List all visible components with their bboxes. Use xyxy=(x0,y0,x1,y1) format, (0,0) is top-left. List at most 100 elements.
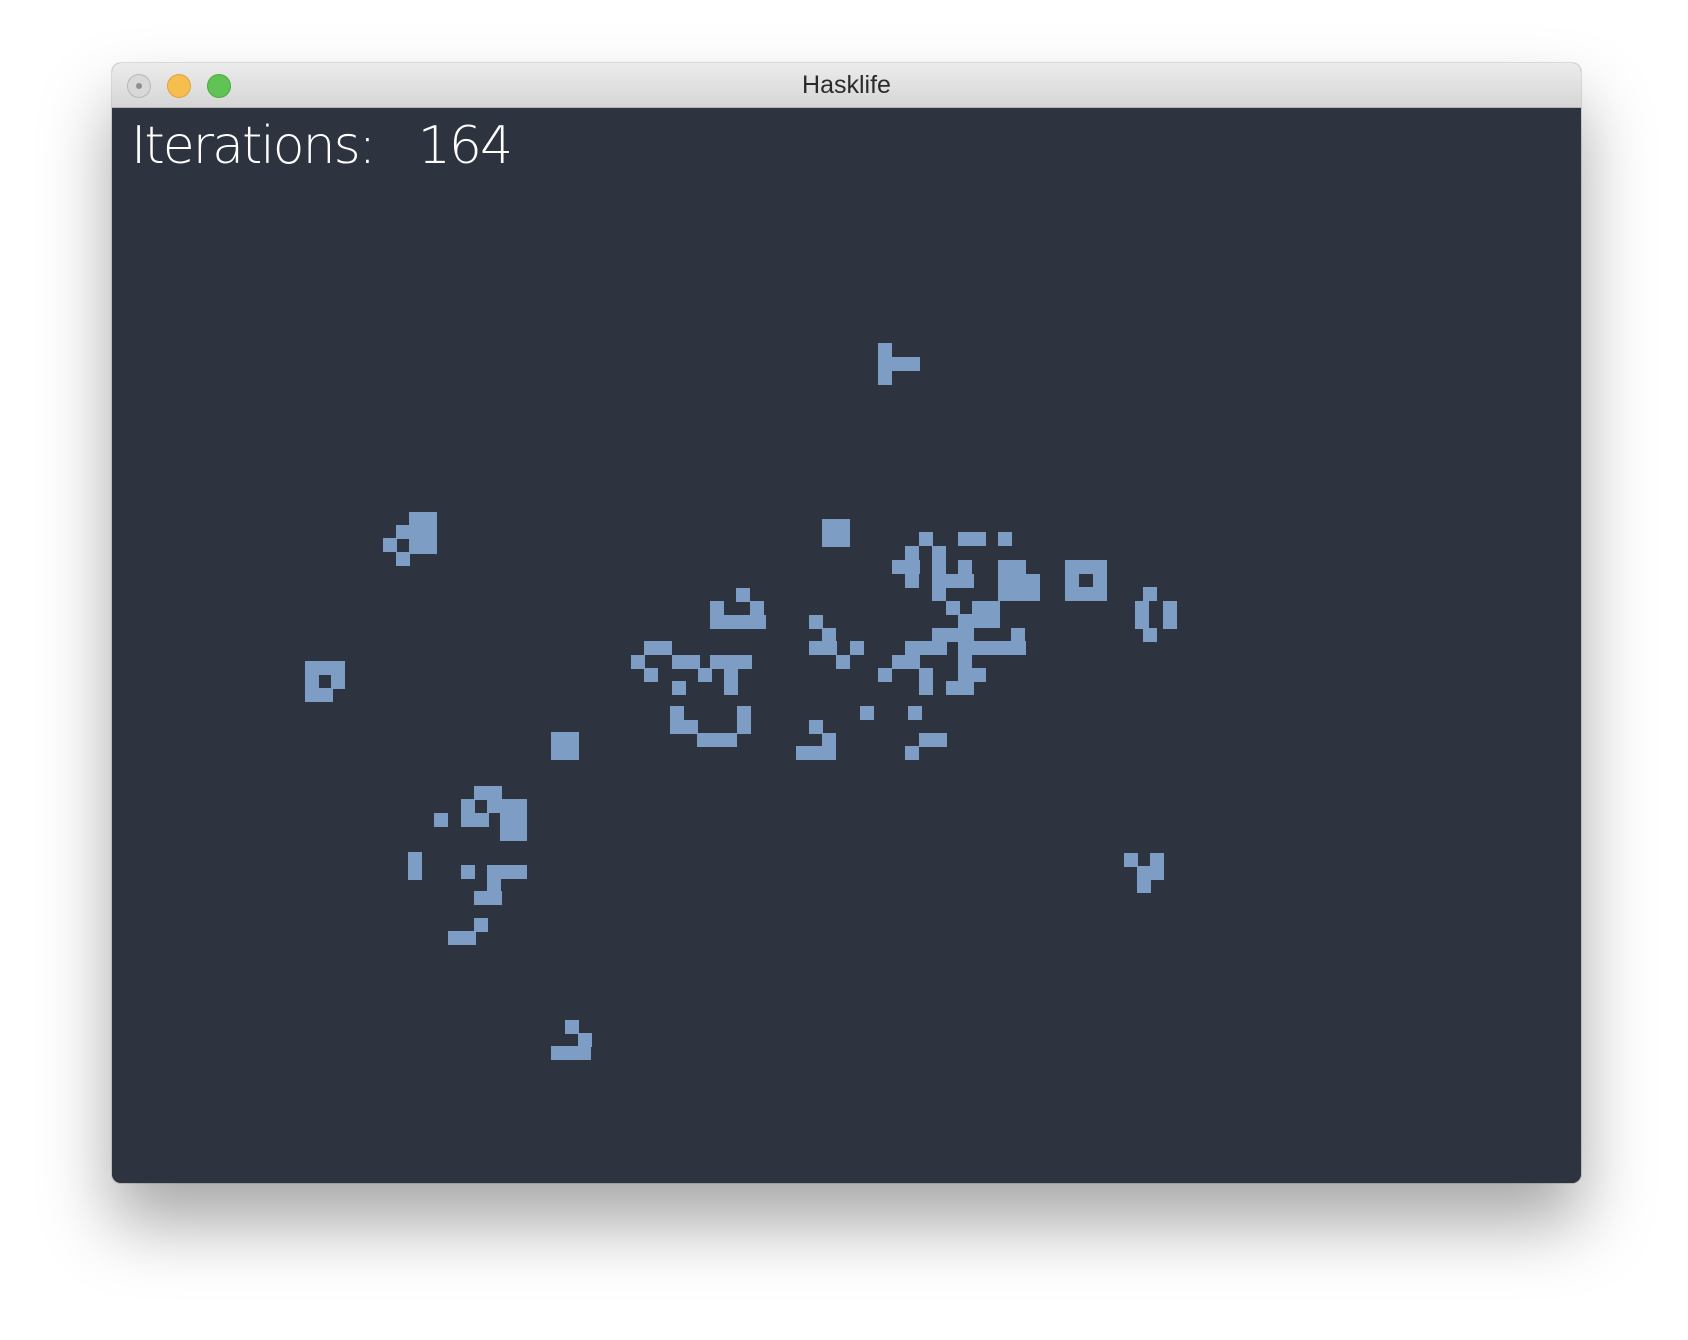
iterations-counter: Iterations: 164 xyxy=(131,116,513,176)
live-cell xyxy=(822,733,836,747)
live-cell xyxy=(998,574,1040,588)
live-cell xyxy=(565,1020,579,1034)
live-cell xyxy=(998,532,1012,546)
live-cell xyxy=(878,343,892,357)
live-cell xyxy=(932,587,946,601)
live-cell xyxy=(305,675,319,689)
live-cell xyxy=(383,538,397,552)
live-cell xyxy=(684,720,698,734)
live-cell xyxy=(474,786,502,800)
live-cell xyxy=(331,675,345,689)
live-cell xyxy=(1093,574,1107,588)
live-cell xyxy=(1143,628,1157,642)
live-cell xyxy=(710,601,724,629)
live-cell xyxy=(796,746,836,760)
live-cell xyxy=(809,615,823,629)
live-cell xyxy=(697,733,737,747)
live-cell xyxy=(905,574,919,588)
live-cell xyxy=(905,546,919,560)
live-cell xyxy=(919,532,933,546)
live-cell xyxy=(724,681,738,695)
live-cell xyxy=(958,668,986,682)
live-cell xyxy=(396,552,410,566)
live-cell xyxy=(461,813,489,827)
live-cell xyxy=(698,668,712,682)
live-cell xyxy=(998,641,1026,655)
live-cell xyxy=(1137,866,1164,880)
live-cell xyxy=(809,720,823,734)
live-cell xyxy=(487,878,501,892)
live-cell xyxy=(836,655,850,669)
live-cell xyxy=(1011,628,1025,642)
cell-grid xyxy=(305,343,1177,1060)
live-cell xyxy=(672,681,686,695)
live-cell xyxy=(822,519,850,547)
live-cell xyxy=(461,865,475,879)
game-board[interactable]: Iterations: 164 xyxy=(112,108,1581,1183)
live-cell xyxy=(946,601,960,615)
live-cell xyxy=(1143,587,1157,601)
live-cell xyxy=(958,641,1000,655)
live-cell xyxy=(919,681,933,695)
live-cell xyxy=(850,641,864,655)
live-cell xyxy=(1065,574,1079,588)
live-cell xyxy=(1150,853,1164,867)
live-cell xyxy=(710,655,752,669)
live-cell xyxy=(878,357,920,371)
live-cell xyxy=(958,532,986,546)
live-cell xyxy=(448,931,476,945)
live-cell xyxy=(958,655,972,669)
live-cell xyxy=(822,628,836,642)
live-cell xyxy=(551,732,579,760)
live-cell xyxy=(578,1033,592,1047)
live-cell xyxy=(670,706,684,734)
live-cell xyxy=(631,655,645,669)
live-cell xyxy=(998,560,1026,574)
live-cell xyxy=(672,655,700,669)
live-cell xyxy=(905,641,947,655)
live-cell xyxy=(500,813,527,841)
live-cell xyxy=(809,641,837,655)
live-cell xyxy=(932,628,974,642)
live-cell xyxy=(958,560,972,574)
iterations-label: Iterations: xyxy=(131,116,376,176)
live-cell xyxy=(305,688,333,702)
live-cell xyxy=(434,813,448,827)
live-cell xyxy=(644,641,672,655)
live-cell xyxy=(932,560,946,588)
live-cell xyxy=(878,668,892,682)
live-cell xyxy=(908,706,922,720)
live-cell xyxy=(461,799,475,813)
iterations-value: 164 xyxy=(417,116,513,176)
live-cell xyxy=(919,733,947,747)
live-cell xyxy=(878,371,892,385)
live-cell xyxy=(1137,879,1151,893)
live-cell xyxy=(1124,853,1138,867)
live-cell xyxy=(932,546,946,560)
live-cell xyxy=(487,799,527,813)
window-title: Hasklife xyxy=(802,71,891,99)
live-cell xyxy=(474,918,488,932)
live-cell xyxy=(474,891,502,905)
live-cell xyxy=(409,512,437,554)
live-cell xyxy=(724,668,738,682)
live-cell xyxy=(1065,560,1107,574)
app-window: Hasklife Iterations: 164 xyxy=(112,63,1581,1183)
live-cell xyxy=(408,852,422,880)
title-bar[interactable]: Hasklife xyxy=(112,63,1581,108)
live-cell xyxy=(551,1046,591,1060)
live-cell xyxy=(946,574,974,588)
live-cell xyxy=(1135,601,1149,629)
live-cell xyxy=(958,614,1000,628)
live-cell xyxy=(972,601,1000,615)
live-cell xyxy=(737,706,751,734)
live-cell xyxy=(736,588,750,602)
live-cell xyxy=(1163,601,1177,629)
live-cell xyxy=(1065,587,1107,601)
live-cell xyxy=(644,668,658,682)
live-cell xyxy=(724,615,766,629)
live-cell xyxy=(487,865,527,879)
live-cell xyxy=(892,655,920,669)
live-cell xyxy=(998,587,1040,601)
live-cell xyxy=(919,668,933,682)
